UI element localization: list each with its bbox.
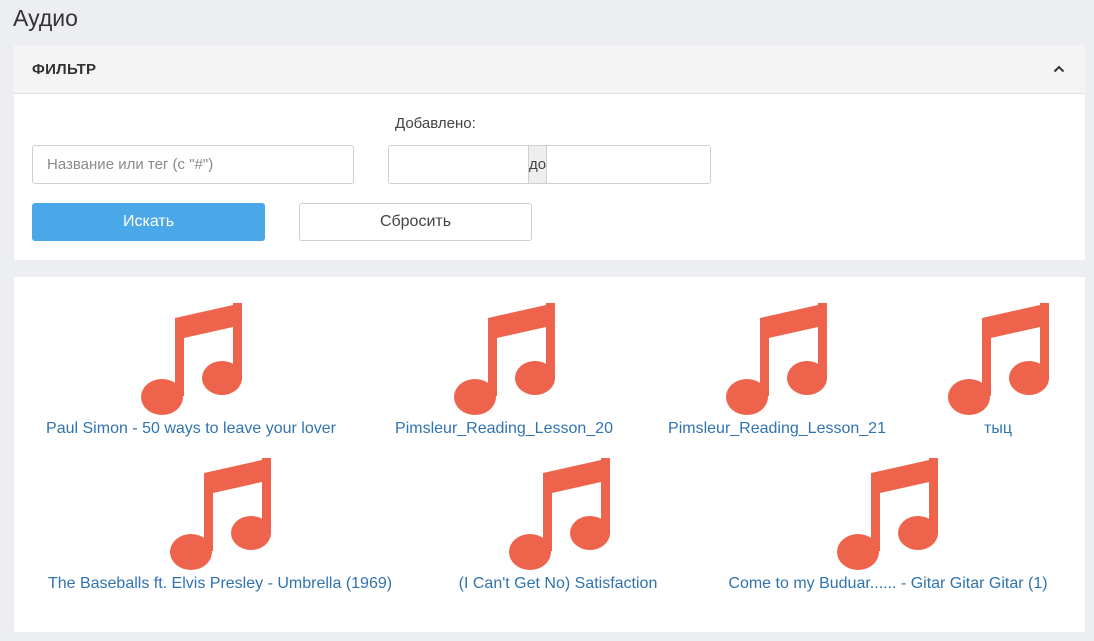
audio-title[interactable]: тыц [984,420,1012,438]
chevron-up-icon[interactable] [1051,61,1067,77]
search-button[interactable]: Искать [32,203,265,241]
filter-header[interactable]: ФИЛЬТР [14,45,1085,94]
reset-button[interactable]: Сбросить [299,203,532,241]
date-from-input[interactable] [389,146,528,183]
name-or-tag-input[interactable] [32,145,354,184]
filter-title: ФИЛЬТР [32,60,97,78]
audio-title[interactable]: (I Can't Get No) Satisfaction [459,575,658,593]
audio-title[interactable]: Come to my Buduar...... - Gitar Gitar Gi… [728,575,1047,593]
audio-title[interactable]: Paul Simon - 50 ways to leave your lover [46,420,336,438]
audio-title[interactable]: The Baseballs ft. Elvis Presley - Umbrel… [48,575,392,593]
page-title: Аудио [13,5,78,31]
date-separator: до [528,146,548,183]
music-note-icon[interactable] [724,303,834,421]
audio-title[interactable]: Pimsleur_Reading_Lesson_20 [395,420,613,438]
music-note-icon[interactable] [946,303,1056,421]
filter-panel: ФИЛЬТР Добавлено: до Искать Сбросить [14,45,1085,260]
music-note-icon[interactable] [507,458,617,576]
date-to-input[interactable] [547,146,710,183]
music-note-icon[interactable] [452,303,562,421]
audio-title[interactable]: Pimsleur_Reading_Lesson_21 [668,420,886,438]
audio-grid: Paul Simon - 50 ways to leave your lover… [14,277,1085,632]
music-note-icon[interactable] [168,458,278,576]
music-note-icon[interactable] [139,303,249,421]
added-label: Добавлено: [395,115,476,132]
date-range-group: до [388,145,711,184]
music-note-icon[interactable] [835,458,945,576]
